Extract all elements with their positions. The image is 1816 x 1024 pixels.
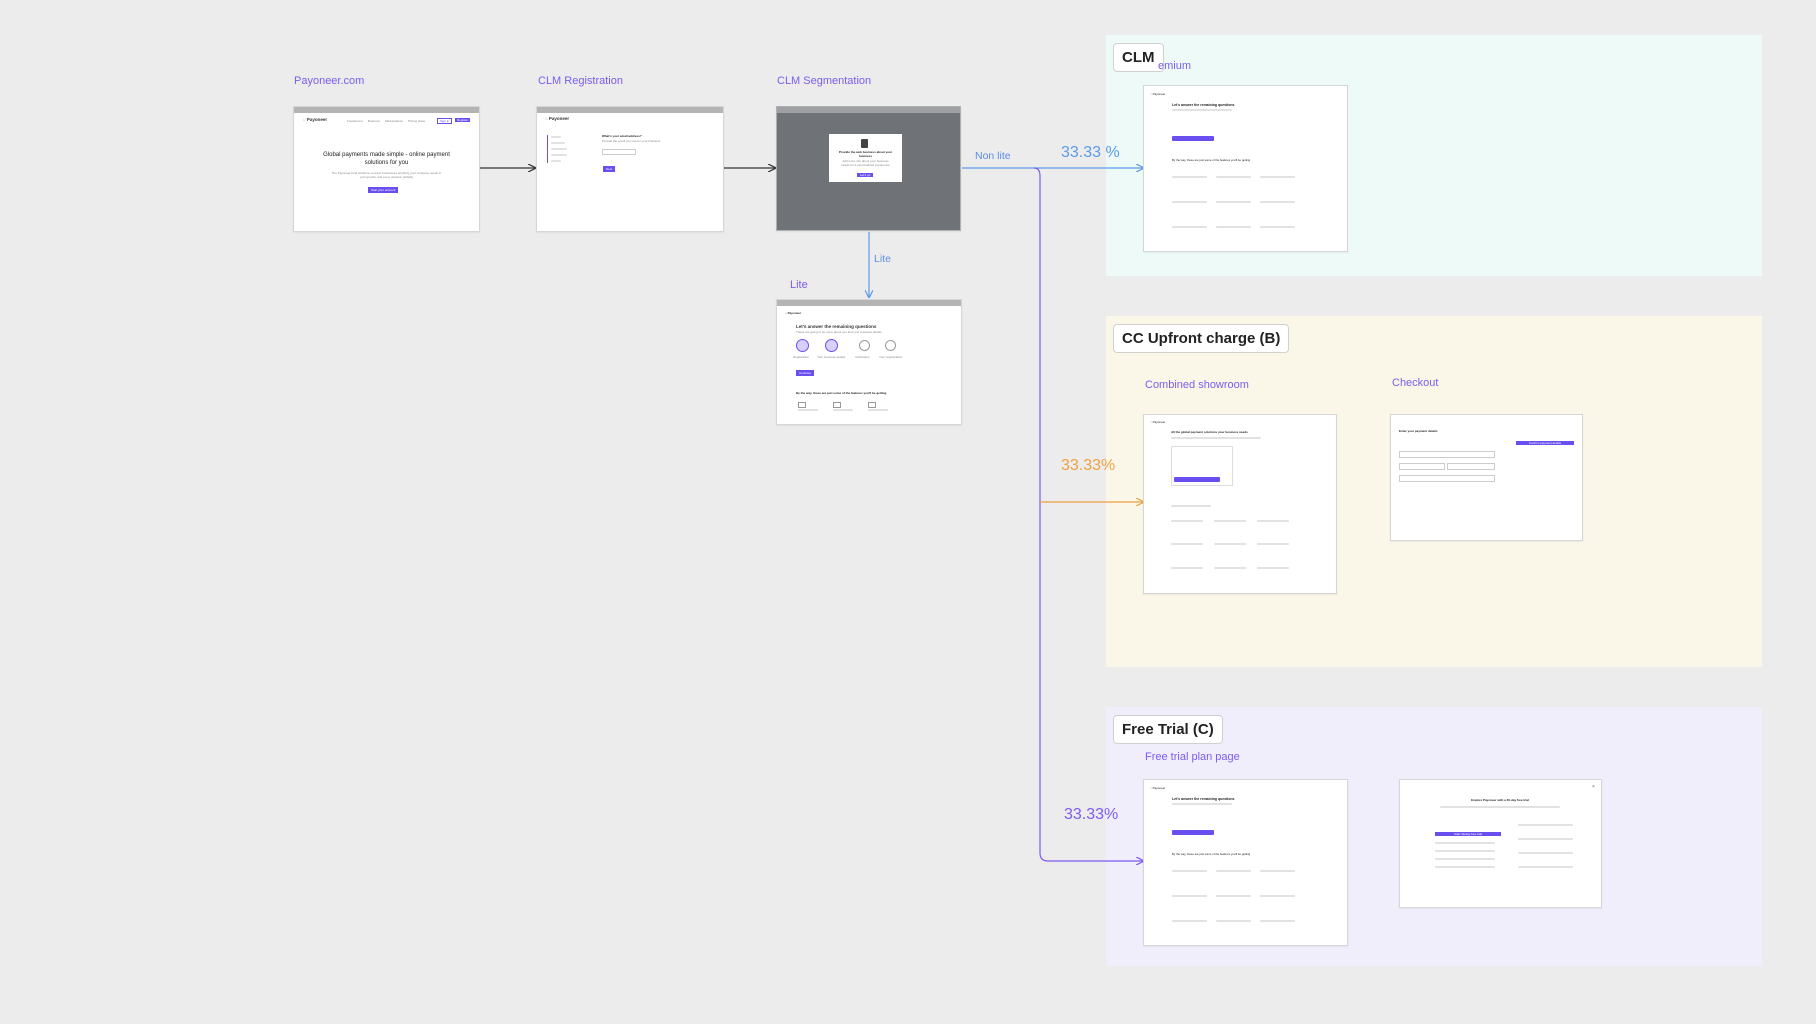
checkout-title: Enter your payment details (1399, 429, 1438, 433)
edge-label-lite: Lite (874, 253, 891, 265)
lite-screen[interactable]: ◌ Payoneer Let's answer the remaining qu… (776, 299, 962, 425)
trial-start-button[interactable]: Start 30-day free trial (1435, 832, 1501, 836)
payoneer-cta[interactable]: Start your account (368, 187, 399, 193)
showroom-logo: ◌ Payoneer (1150, 420, 1166, 424)
feature-icon-1 (798, 402, 806, 408)
lite-title: Let's answer the remaining questions (796, 324, 877, 329)
clm-group-title: CLM (1113, 43, 1164, 72)
modal-button[interactable]: Let's go (857, 173, 874, 177)
trial-continue-button[interactable] (1172, 830, 1214, 835)
lite-features-title: By the way, these are just some of the f… (796, 391, 887, 395)
registration-logo: ◌ Payoneer (545, 116, 570, 121)
card-number-field[interactable] (1399, 451, 1495, 458)
showroom-features-card (1237, 446, 1297, 476)
registration-label: CLM Registration (538, 75, 623, 87)
country-field[interactable] (1447, 463, 1495, 470)
showroom-title: All the global payment solutions your bu… (1171, 430, 1248, 434)
registration-next-button[interactable]: Next (603, 166, 616, 172)
trial-screen-title: Let's answer the remaining questions (1172, 797, 1235, 801)
lite-sub: These are going to be more about you and… (796, 330, 882, 334)
payoneer-headline: Global payments made simple - online pay… (323, 152, 450, 166)
nav-freelancers[interactable]: Freelancers (347, 119, 363, 123)
combined-showroom-screen[interactable]: ◌ Payoneer All the global payment soluti… (1143, 414, 1337, 594)
clm-logo: ◌ Payoneer (1150, 92, 1166, 96)
clm-percent: 33.33 % (1061, 144, 1120, 161)
registration-sub: Provide the email you use for your busin… (602, 139, 661, 143)
lite-logo: ◌ Payoneer (785, 311, 802, 315)
showroom-label: Combined showroom (1145, 379, 1249, 391)
clm-continue-button[interactable] (1172, 136, 1214, 141)
nav-business[interactable]: Business (368, 119, 380, 123)
trial-percent: 33.33% (1064, 806, 1119, 823)
clm-screen-title: Let's answer the remaining questions (1172, 103, 1235, 107)
feature-icon-2 (833, 402, 841, 408)
registration-question: What's your email address? (602, 134, 642, 138)
payoneer-label: Payoneer.com (294, 75, 365, 87)
checkout-label: Checkout (1392, 377, 1439, 389)
register-button[interactable]: Register (455, 118, 471, 122)
lite-label: Lite (790, 279, 808, 291)
trial-group-title: Free Trial (C) (1113, 715, 1223, 744)
step-label-registration: Registration (793, 355, 810, 359)
trial-features-title: By the way, these are just some of the f… (1172, 852, 1251, 856)
step-organization-icon (885, 340, 896, 351)
checkout-screen[interactable]: Enter your payment details Confirm payme… (1390, 414, 1583, 541)
nav-marketplaces[interactable]: Marketplaces (385, 119, 403, 123)
payoneer-nav: Freelancers Business Marketplaces Pricin… (347, 119, 425, 123)
step-label-organization: Your organization (879, 355, 903, 359)
payoneer-sub: The Payoneer fund solutions connect busi… (331, 171, 442, 179)
clm-sub-label: emium (1158, 60, 1192, 72)
showroom-continue-button[interactable] (1174, 477, 1220, 482)
lite-continue-button[interactable]: Continue (796, 370, 815, 376)
close-icon[interactable]: × (1592, 784, 1595, 790)
segmentation-modal: Provide the web business about your busi… (829, 134, 902, 182)
clm-features-title: By the way, these are just some of the f… (1172, 158, 1251, 162)
registration-screen[interactable]: ◌ Payoneer What's your email address? Pr… (536, 106, 724, 232)
email-field[interactable] (602, 149, 636, 155)
edge-non-lite-trunk (1033, 167, 1143, 861)
step-business-icon (825, 339, 838, 352)
step-verification-icon (859, 340, 870, 351)
step-label-verification: Verification (855, 355, 870, 359)
trial-logo: ◌ Payoneer (1150, 786, 1166, 790)
cc-group-title: CC Upfront charge (B) (1113, 324, 1290, 353)
cc-percent: 33.33% (1061, 457, 1116, 474)
payoneer-logo: ◌ Payoneer (303, 117, 328, 122)
checkout-pay-button[interactable]: Confirm payment details (1516, 441, 1574, 445)
nav-pricing[interactable]: Pricing plans (408, 119, 425, 123)
step-registration-icon (796, 339, 809, 352)
trial-plan-title: Explore Payoneer with a 30-day free tria… (1471, 798, 1529, 802)
trial-plan-screen[interactable]: Explore Payoneer with a 30-day free tria… (1399, 779, 1602, 908)
segmentation-screen[interactable]: Provide the web business about your busi… (776, 106, 961, 231)
expiry-field[interactable] (1399, 463, 1445, 470)
segmentation-label: CLM Segmentation (777, 75, 872, 87)
calculator-icon (861, 139, 868, 148)
address-field[interactable] (1399, 475, 1495, 482)
payoneer-home-screen[interactable]: ◌ Payoneer Freelancers Business Marketpl… (293, 106, 480, 232)
edge-label-non-lite: Non lite (975, 150, 1011, 162)
clm-premium-screen[interactable]: ◌ Payoneer Let's answer the remaining qu… (1143, 85, 1348, 252)
feature-icon-3 (868, 402, 876, 408)
signin-button[interactable]: Sign in (437, 118, 453, 124)
step-label-business: Your business details (817, 355, 846, 359)
modal-sub: Add more info about your business needs … (841, 159, 890, 167)
trial-plan-label: Free trial plan page (1145, 751, 1240, 763)
modal-title: Provide the web business about your busi… (838, 150, 893, 158)
trial-questions-screen[interactable]: ◌ Payoneer Let's answer the remaining qu… (1143, 779, 1348, 946)
